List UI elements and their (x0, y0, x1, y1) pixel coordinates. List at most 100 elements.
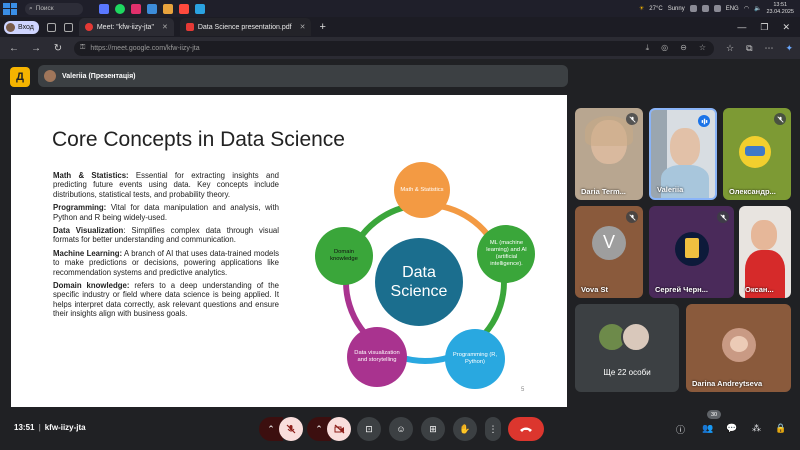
camera-permission-icon[interactable]: ◎ (661, 43, 668, 53)
avatar (730, 336, 748, 352)
tray-icon[interactable] (701, 5, 709, 12)
url-host: https://meet.google.com/ (90, 44, 167, 52)
taskbar-clock[interactable]: 13:51 23.04.2025 (766, 2, 794, 16)
close-icon[interactable]: ✕ (162, 23, 168, 31)
participant-tile[interactable]: Valeriia (649, 108, 717, 200)
download-icon[interactable]: ⤓ (646, 43, 650, 53)
participant-tile[interactable]: Олександр... (723, 108, 791, 200)
maximize-icon[interactable]: ❐ (760, 22, 768, 33)
taskbar-search-label: Поиск (35, 5, 54, 12)
participant-name: Darina Andreytseva (692, 379, 763, 388)
back-icon[interactable]: ← (6, 43, 22, 54)
instagram-icon[interactable] (131, 3, 141, 14)
extensions-icon[interactable]: ☆ (726, 43, 734, 54)
volume-icon[interactable]: 🔈 (754, 5, 761, 12)
presenter-chip[interactable]: Valeriia (Презентація) (38, 65, 568, 87)
weather-temp: 27°C (649, 5, 663, 12)
node-label: Math & Statistics (400, 186, 444, 193)
captions-button[interactable]: ⊡ (357, 417, 381, 441)
collections-icon[interactable]: ⧉ (746, 43, 752, 54)
address-bar[interactable]: ⚿ https://meet.google.com/kfw-iizy-jta ⤓… (74, 40, 714, 56)
bookmark-star-icon[interactable]: ☆ (699, 43, 706, 53)
more-participants-tile[interactable]: Ще 22 особи (575, 304, 679, 392)
browser-tab-strip: Вход Meet: "kfw-iizy-jta" ✕ Data Science… (0, 17, 800, 37)
tab-actions-icon[interactable] (63, 22, 73, 32)
site-info-icon[interactable]: ⚿ (80, 44, 85, 52)
close-icon[interactable]: ✕ (300, 23, 306, 31)
windows-start-icon[interactable] (3, 2, 17, 15)
chevron-up-icon: ⌃ (315, 423, 323, 434)
edge-icon[interactable] (147, 3, 157, 14)
emoji-icon: ☺ (396, 424, 406, 434)
reactions-button[interactable]: ☺ (389, 417, 413, 441)
node-label: Domain knowledge (330, 249, 358, 262)
mic-toggle-button[interactable] (279, 417, 303, 441)
workspaces-icon[interactable] (46, 22, 56, 32)
presentation-slide: Core Concepts in Data Science Math & Sta… (11, 95, 567, 407)
people-icon[interactable]: 👥 (702, 423, 713, 434)
clock-time: 13:51 (773, 1, 788, 8)
info-icon[interactable]: ⓘ (676, 423, 685, 436)
chevron-up-icon: ⌃ (267, 423, 275, 434)
participant-video (670, 128, 700, 166)
slide-paragraph: Data Visualization: Simplifies complex d… (53, 226, 279, 245)
tab-title: Meet: "kfw-iizy-jta" (96, 23, 154, 31)
slide-paragraph: Machine Learning: A branch of AI that us… (53, 248, 279, 277)
profile-label: Вход (18, 23, 34, 31)
minimize-icon[interactable]: — (737, 22, 746, 33)
camera-off-icon (334, 424, 344, 434)
participant-tile[interactable]: Сергей Черн... (649, 206, 734, 298)
tray-icon[interactable] (713, 5, 721, 12)
slide-page-number: 5 (521, 387, 525, 393)
taskbar-app-icon[interactable] (99, 3, 109, 14)
chat-icon[interactable]: 💬 (726, 423, 737, 434)
mic-off-icon (717, 211, 729, 223)
meeting-code: kfw-iizy-jta (44, 423, 86, 432)
participant-name: Оксан... (745, 285, 774, 294)
hand-icon: ✋ (459, 423, 471, 434)
close-window-icon[interactable]: ✕ (782, 22, 790, 33)
app-icon[interactable] (179, 3, 189, 14)
more-options-button[interactable]: ⋮ (485, 417, 501, 441)
taskbar-search[interactable]: ⌕ Поиск (25, 2, 83, 15)
avatar (685, 238, 699, 258)
participant-tile[interactable]: V Vova St (575, 206, 643, 298)
raise-hand-button[interactable]: ✋ (453, 417, 477, 441)
meet-header: Д Valeriia (Презентація) (0, 59, 800, 93)
captions-icon: ⊡ (365, 423, 373, 434)
copilot-icon[interactable]: ✦ (786, 43, 794, 54)
center-label: Data Science (390, 264, 448, 300)
meeting-time: 13:51 (14, 423, 35, 432)
separator: | (38, 423, 41, 432)
profile-button[interactable]: Вход (4, 20, 39, 34)
forward-icon[interactable]: → (28, 43, 44, 54)
tab-pdf[interactable]: Data Science presentation.pdf ✕ (179, 18, 312, 36)
spotify-icon[interactable] (115, 3, 125, 14)
tab-title: Data Science presentation.pdf (197, 23, 292, 31)
search-icon: ⌕ (29, 4, 33, 12)
file-explorer-icon[interactable] (163, 3, 173, 14)
participant-tile[interactable]: Оксан... (739, 206, 791, 298)
telegram-icon[interactable] (195, 3, 205, 14)
mic-off-icon (626, 211, 638, 223)
language-indicator[interactable]: ENG (726, 6, 739, 12)
pdf-icon (185, 23, 194, 31)
new-tab-button[interactable]: + (319, 21, 325, 33)
participant-name: Valeriia (657, 185, 684, 194)
tab-meet[interactable]: Meet: "kfw-iizy-jta" ✕ (78, 18, 174, 36)
reload-icon[interactable]: ↻ (50, 43, 66, 54)
zoom-icon[interactable]: ⊖ (680, 43, 687, 53)
wifi-icon[interactable]: ◠ (744, 5, 749, 12)
avatar (621, 322, 651, 352)
host-controls-icon[interactable]: 🔒 (775, 423, 786, 434)
presenter-name: Valeriia (Презентація) (62, 72, 136, 80)
activities-icon[interactable]: ⁂ (752, 423, 761, 434)
participant-tile[interactable]: Daria Term... (575, 108, 643, 200)
tray-icon[interactable] (689, 5, 697, 12)
camera-toggle-button[interactable] (327, 417, 351, 441)
participant-tile[interactable]: Darina Andreytseva (686, 304, 791, 392)
leave-call-button[interactable] (508, 417, 544, 441)
menu-icon[interactable]: ⋯ (765, 43, 774, 54)
participant-video (751, 220, 777, 250)
present-button[interactable]: ⊞ (421, 417, 445, 441)
